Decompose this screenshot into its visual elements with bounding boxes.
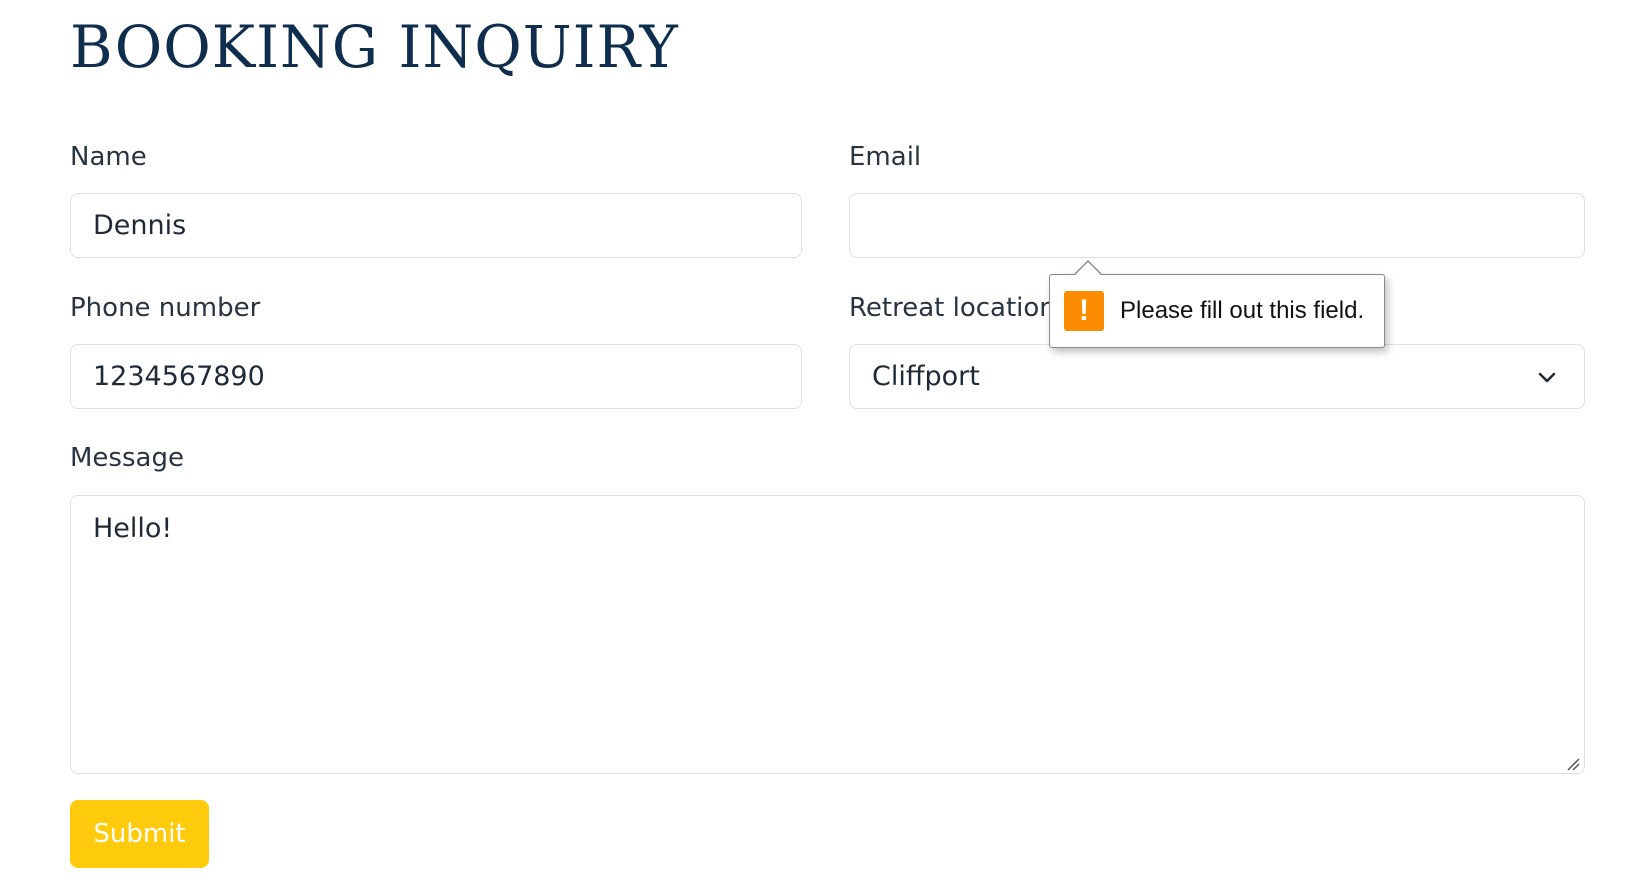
name-input[interactable] bbox=[70, 193, 802, 258]
email-label: Email bbox=[849, 142, 922, 172]
email-input[interactable] bbox=[849, 193, 1585, 258]
warning-icon: ! bbox=[1064, 291, 1104, 331]
message-textarea[interactable]: Hello! bbox=[70, 495, 1585, 774]
phone-label: Phone number bbox=[70, 293, 261, 323]
message-label: Message bbox=[70, 443, 184, 473]
validation-tooltip: ! Please fill out this field. bbox=[1049, 260, 1385, 348]
location-selected-value: Cliffport bbox=[872, 361, 980, 392]
name-label: Name bbox=[70, 142, 147, 172]
location-select[interactable]: Cliffport bbox=[849, 344, 1585, 409]
submit-button[interactable]: Submit bbox=[70, 800, 209, 868]
chevron-down-icon bbox=[1536, 365, 1558, 396]
location-label: Retreat location bbox=[849, 293, 1056, 323]
page-title: BOOKING INQUIRY bbox=[70, 13, 679, 81]
phone-input[interactable] bbox=[70, 344, 802, 409]
tooltip-message: Please fill out this field. bbox=[1120, 297, 1365, 324]
resize-grip-icon[interactable] bbox=[1566, 756, 1580, 775]
